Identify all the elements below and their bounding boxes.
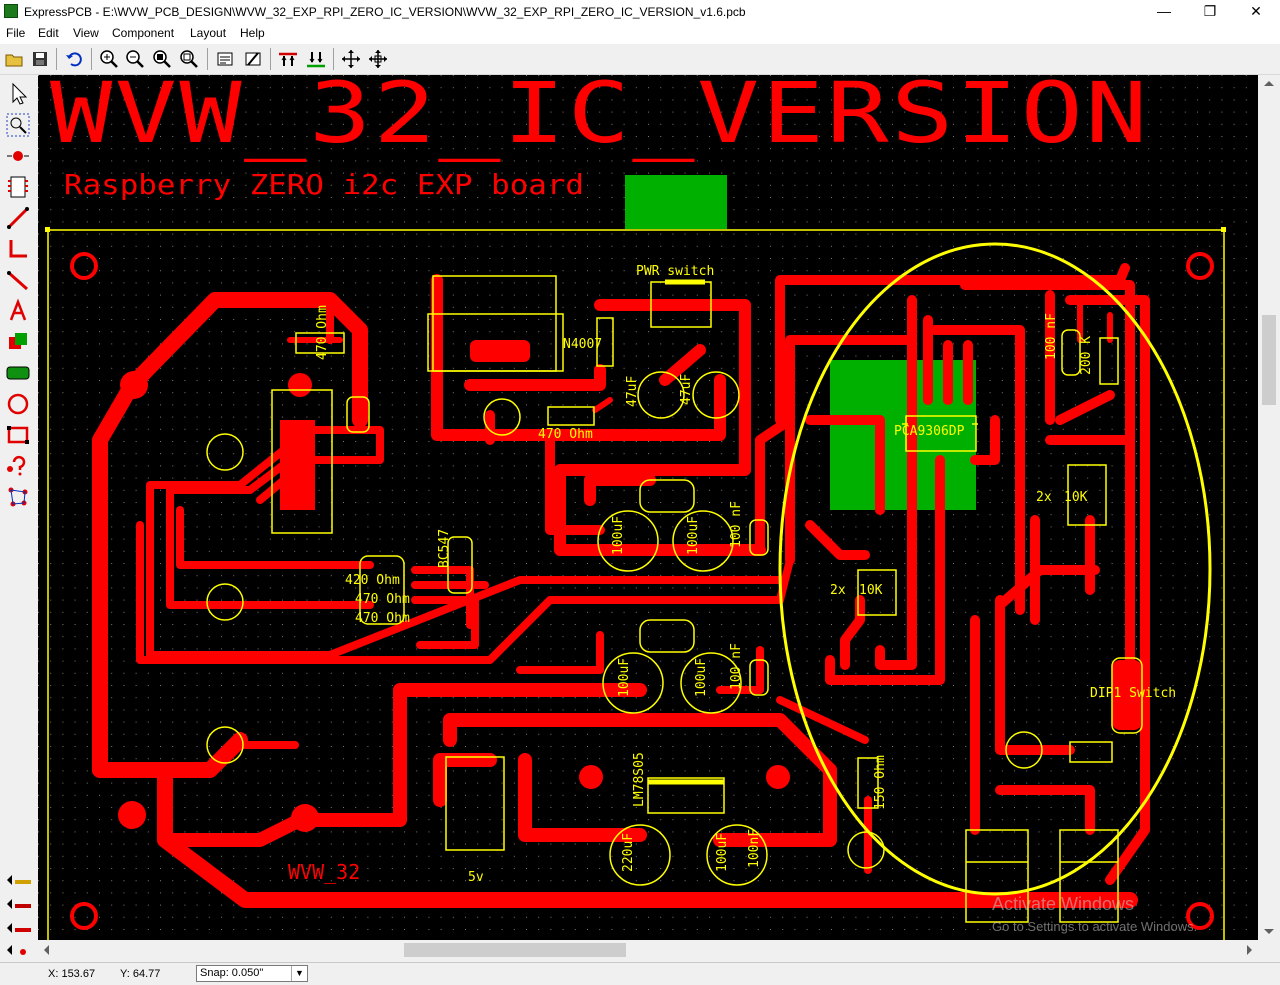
- trace-angle-icon[interactable]: [5, 236, 31, 262]
- activation-watermark-title: Activate Windows: [992, 894, 1135, 914]
- label-100uf-a: 100uF: [611, 516, 626, 555]
- pcb-canvas[interactable]: WVW_32_IC_VERSION Raspberry ZERO i2c EXP…: [38, 75, 1258, 940]
- rectangle-icon[interactable]: [5, 422, 31, 448]
- zoom-fit-icon[interactable]: [151, 48, 173, 70]
- copper-fill-top: [625, 175, 727, 229]
- text-icon[interactable]: [5, 298, 31, 324]
- label-10k-a: 10K: [1064, 490, 1088, 505]
- label-dip-switch: DIP1 Switch: [1090, 686, 1176, 701]
- title-bar: ExpressPCB - E:\WVW_PCB_DESIGN\WVW_32_EX…: [0, 0, 1280, 24]
- status-bar: X: 153.67 Y: 64.77 Snap: 0.050" ▼: [0, 962, 1280, 985]
- top-layer-icon[interactable]: [277, 48, 299, 70]
- layer-extra-toggle[interactable]: [5, 941, 33, 959]
- menu-bar: File Edit View Component Layout Help: [0, 24, 1280, 44]
- close-button[interactable]: ✕: [1233, 0, 1279, 24]
- pointer-icon[interactable]: [5, 81, 31, 107]
- layer-top-toggle[interactable]: [5, 871, 33, 889]
- zoom-in-icon[interactable]: [98, 48, 120, 70]
- bottom-layer-icon[interactable]: [305, 48, 327, 70]
- query-icon[interactable]: [5, 453, 31, 479]
- tool-palette: [0, 75, 38, 965]
- label-10k-b: 10K: [859, 583, 883, 598]
- maximize-button[interactable]: ❐: [1187, 0, 1233, 24]
- component-properties-icon[interactable]: [214, 48, 236, 70]
- label-bc547: BC547: [437, 529, 452, 568]
- edit-properties-icon[interactable]: [242, 48, 264, 70]
- undo-icon[interactable]: [63, 48, 85, 70]
- board-subtitle: Raspberry ZERO i2c EXP board: [64, 168, 584, 201]
- zoom-out-icon[interactable]: [124, 48, 146, 70]
- label-150-ohm: 150 Ohm: [873, 755, 888, 810]
- menu-file[interactable]: File: [6, 26, 25, 40]
- open-folder-icon[interactable]: [3, 48, 25, 70]
- snap-value: Snap: 0.050": [200, 967, 264, 979]
- label-r470-c: 470 Ohm: [355, 611, 410, 626]
- label-200k: 200 K: [1079, 336, 1094, 375]
- diagonal-trace-icon[interactable]: [5, 267, 31, 293]
- main-toolbar: [0, 44, 1280, 75]
- cursor-y-readout: Y: 64.77: [120, 968, 161, 980]
- zoom-select-icon[interactable]: [5, 112, 31, 138]
- label-wvw-32: WVW_32: [288, 860, 360, 884]
- label-5v: 5v: [468, 870, 484, 885]
- label-cap47-a: 47uF: [625, 376, 640, 407]
- menu-edit[interactable]: Edit: [38, 26, 59, 40]
- move-group-icon[interactable]: [367, 48, 389, 70]
- minimize-button[interactable]: —: [1141, 0, 1187, 24]
- circle-icon[interactable]: [5, 391, 31, 417]
- menu-help[interactable]: Help: [240, 26, 265, 40]
- label-ic: PCA9306DP: [894, 424, 965, 439]
- label-lm78s05: LM78S05: [632, 752, 647, 807]
- label-100uf-d: 100uF: [694, 658, 709, 697]
- component-icon[interactable]: [5, 174, 31, 200]
- label-100uf-e: 100uF: [715, 833, 730, 872]
- label-cap47-b: 47uF: [679, 374, 694, 405]
- label-100nf-a: 100 nF: [729, 501, 744, 548]
- chevron-down-icon[interactable]: ▼: [291, 966, 307, 981]
- zoom-window-icon[interactable]: [178, 48, 200, 70]
- layer-silk-toggle[interactable]: [5, 919, 33, 937]
- pcb-drawing: WVW_32_IC_VERSION Raspberry ZERO i2c EXP…: [38, 75, 1258, 940]
- board-title: WVW_32_IC_VERSION: [50, 75, 1150, 162]
- save-icon[interactable]: [29, 48, 51, 70]
- label-100nf-b: 100 nF: [729, 643, 744, 690]
- label-2x-a: 2x: [1036, 490, 1052, 505]
- label-r470-mid: 470 Ohm: [538, 427, 593, 442]
- label-r420: 420 Ohm: [345, 573, 400, 588]
- menu-layout[interactable]: Layout: [190, 26, 226, 40]
- menu-view[interactable]: View: [73, 26, 99, 40]
- label-100uf-b: 100uF: [686, 516, 701, 555]
- move-icon[interactable]: [340, 48, 362, 70]
- menu-component[interactable]: Component: [112, 26, 174, 40]
- label-pwr-switch: PWR switch: [636, 264, 714, 279]
- label-n4007: N4007: [563, 337, 602, 352]
- layer-bottom-toggle[interactable]: [5, 895, 33, 913]
- pad-icon[interactable]: [5, 143, 31, 169]
- activation-watermark-subtitle: Go to Settings to activate Windows.: [992, 919, 1198, 934]
- expresspcb-app-icon: [4, 4, 18, 18]
- label-2x-b: 2x: [830, 583, 846, 598]
- ground-plane-icon[interactable]: [5, 360, 31, 386]
- window-title: ExpressPCB - E:\WVW_PCB_DESIGN\WVW_32_EX…: [24, 5, 746, 19]
- label-100nf-top: 100 nF: [1044, 313, 1059, 360]
- label-r470-top: 470 Ohm: [315, 305, 330, 360]
- snap-dropdown[interactable]: Snap: 0.050" ▼: [196, 965, 308, 982]
- label-r470-b: 470 Ohm: [355, 592, 410, 607]
- label-220uf: 220uF: [621, 833, 636, 872]
- vertical-scrollbar[interactable]: [1258, 75, 1280, 940]
- label-100nf-c: 100nF: [747, 829, 762, 868]
- fill-plane-icon[interactable]: [5, 329, 31, 355]
- trace-icon[interactable]: [5, 205, 31, 231]
- cursor-x-readout: X: 153.67: [48, 968, 96, 980]
- horizontal-scrollbar[interactable]: [38, 940, 1258, 960]
- netlist-icon[interactable]: [5, 484, 31, 510]
- label-100uf-c: 100uF: [617, 658, 632, 697]
